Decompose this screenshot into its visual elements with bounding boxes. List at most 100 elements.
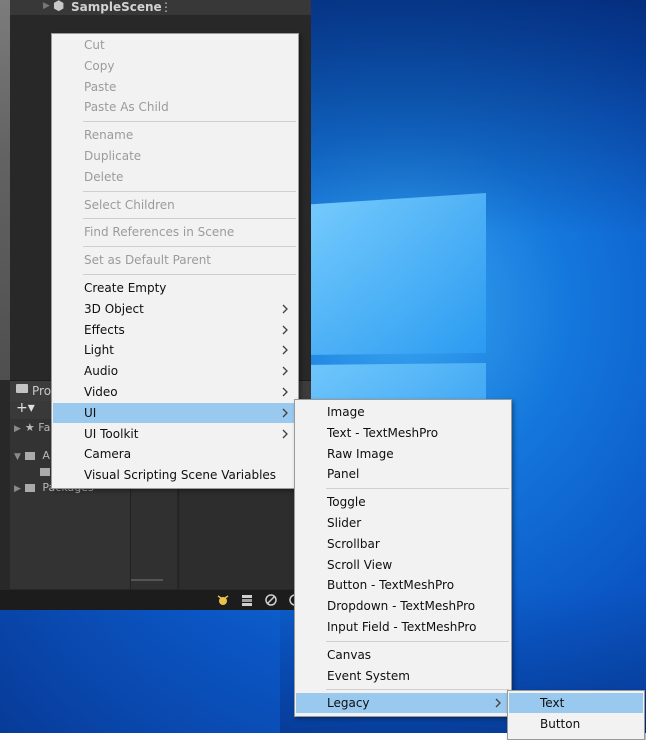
menu-item-text-textmeshpro[interactable]: Text - TextMeshPro [296, 423, 510, 443]
menu-item-label: Legacy [327, 696, 370, 711]
menu-separator [83, 274, 296, 275]
menu-item-rename[interactable]: Rename [53, 125, 297, 145]
menu-item-label: Duplicate [84, 149, 142, 163]
tree-item-label: Fa [38, 421, 51, 434]
menu-separator [326, 689, 509, 691]
menu-separator [83, 190, 296, 192]
menu-item-button[interactable]: Button [509, 714, 643, 734]
menu-item-label: Input Field - TextMeshPro [327, 620, 477, 634]
menu-item-label: Scrollbar [327, 536, 380, 551]
menu-item-find-references-in-scene[interactable]: Find References in Scene [53, 222, 297, 242]
menu-item-label: Cut [84, 38, 105, 52]
folder-icon [24, 452, 35, 460]
folder-icon [24, 484, 35, 492]
menu-item-label: Set as Default Parent [84, 253, 212, 268]
menu-item-panel[interactable]: Panel [296, 464, 510, 484]
menu-item-label: 3D Object [84, 301, 144, 316]
menu-item-slider[interactable]: Slider [296, 513, 510, 533]
ui-submenu: Image Text - TextMeshPro Raw Image Panel Tog… [294, 399, 512, 717]
menu-item-label: Paste [84, 79, 117, 94]
menu-item-video[interactable]: Video [53, 382, 297, 402]
menu-item-label: Raw Image [327, 446, 394, 461]
menu-item-text[interactable]: Text [509, 693, 643, 713]
menu-item-image[interactable]: Image [296, 402, 510, 422]
menu-item-audio[interactable]: Audio [53, 361, 297, 381]
menu-item-label: Toggle [327, 495, 366, 510]
menu-item-copy[interactable]: Copy [53, 56, 297, 76]
chevron-right-icon [282, 366, 288, 376]
menu-item-label: Text - TextMeshPro [327, 425, 439, 440]
scene-view-edge [0, 0, 10, 380]
menu-item-button-textmeshpro[interactable]: Button - TextMeshPro [296, 575, 510, 595]
menu-item-legacy[interactable]: Legacy [296, 693, 510, 714]
menu-item-label: Create Empty [84, 281, 167, 295]
menu-item-label: Find References in Scene [84, 225, 235, 240]
menu-item-label: Visual Scripting Scene Variables [84, 468, 277, 483]
menu-item-ui[interactable]: UI [53, 402, 297, 423]
menu-item-raw-image[interactable]: Raw Image [296, 444, 510, 464]
scene-name: SampleScene [71, 0, 162, 14]
menu-item-scroll-view[interactable]: Scroll View [296, 555, 510, 575]
menu-separator [83, 121, 296, 123]
menu-separator [83, 218, 296, 220]
chevron-right-icon [282, 387, 288, 397]
menu-item-label: Button - TextMeshPro [327, 578, 455, 593]
menu-item-duplicate[interactable]: Duplicate [53, 146, 297, 166]
menu-item-delete[interactable]: Delete [53, 167, 297, 187]
menu-item-input-field-textmeshpro[interactable]: Input Field - TextMeshPro [296, 617, 510, 637]
menu-item-label: Video [84, 385, 118, 399]
menu-item-label: UI [84, 405, 97, 420]
menu-item-label: UI Toolkit [84, 426, 139, 441]
chevron-right-icon [282, 345, 288, 355]
expand-arrow-icon[interactable]: ▶ [14, 424, 21, 434]
menu-item-label: Select Children [84, 197, 175, 212]
expand-arrow-icon[interactable]: ▶ [43, 1, 50, 11]
add-dropdown-icon[interactable]: +▾ [16, 400, 35, 416]
chevron-right-icon [282, 325, 288, 335]
menu-separator [83, 246, 296, 248]
folder-icon [40, 468, 50, 476]
tree-item-favorites[interactable]: ▶ ★ Fa [14, 421, 50, 434]
menu-item-paste-as-child[interactable]: Paste As Child [53, 97, 297, 117]
menu-item-cut[interactable]: Cut [53, 35, 297, 55]
menu-item-dropdown-textmeshpro[interactable]: Dropdown - TextMeshPro [296, 596, 510, 616]
menu-item-toggle[interactable]: Toggle [296, 492, 510, 512]
scroll-handle[interactable] [131, 579, 163, 581]
hierarchy-scene-header[interactable]: ▶ ⬢ SampleScene ⋮ [10, 0, 311, 15]
menu-item-effects[interactable]: Effects [53, 320, 297, 340]
menu-item-light[interactable]: Light [53, 340, 297, 360]
menu-item-label: Dropdown - TextMeshPro [327, 599, 476, 614]
menu-item-create-empty[interactable]: Create Empty [53, 278, 297, 298]
chevron-right-icon [282, 408, 288, 418]
menu-item-label: Scroll View [327, 557, 393, 572]
star-icon: ★ [24, 421, 35, 434]
menu-item-camera[interactable]: Camera [53, 444, 297, 464]
tree-item-label: A [42, 449, 50, 462]
bug-icon[interactable] [216, 593, 230, 607]
menu-separator [326, 640, 509, 642]
menu-item-label: Effects [84, 322, 125, 337]
menu-item-event-system[interactable]: Event System [296, 666, 510, 686]
menu-item-label: Text [540, 696, 565, 710]
menu-item-paste[interactable]: Paste [53, 77, 297, 97]
chevron-right-icon [495, 698, 501, 708]
menu-item-ui-toolkit[interactable]: UI Toolkit [53, 424, 297, 444]
menu-item-label: Delete [84, 169, 124, 184]
tree-item-assets[interactable]: ▼ A [14, 449, 50, 462]
chevron-right-icon [282, 304, 288, 314]
menu-item-canvas[interactable]: Canvas [296, 645, 510, 665]
layers-icon[interactable] [240, 593, 254, 607]
no-network-icon[interactable] [264, 593, 278, 607]
menu-item-label: Copy [84, 58, 115, 73]
menu-item-select-children[interactable]: Select Children [53, 195, 297, 215]
menu-item-3d-object[interactable]: 3D Object [53, 299, 297, 319]
scene-options-kebab-icon[interactable]: ⋮ [160, 0, 172, 14]
menu-item-scrollbar[interactable]: Scrollbar [296, 534, 510, 554]
menu-item-visual-scripting-scene-variables[interactable]: Visual Scripting Scene Variables [53, 465, 297, 485]
menu-item-label: Button [540, 717, 581, 731]
editor-status-bar [0, 590, 311, 610]
collapse-arrow-icon[interactable]: ▼ [14, 452, 21, 462]
menu-item-set-as-default-parent[interactable]: Set as Default Parent [53, 250, 297, 270]
project-tab[interactable]: Pro [32, 384, 51, 398]
expand-arrow-icon[interactable]: ▶ [14, 484, 21, 494]
